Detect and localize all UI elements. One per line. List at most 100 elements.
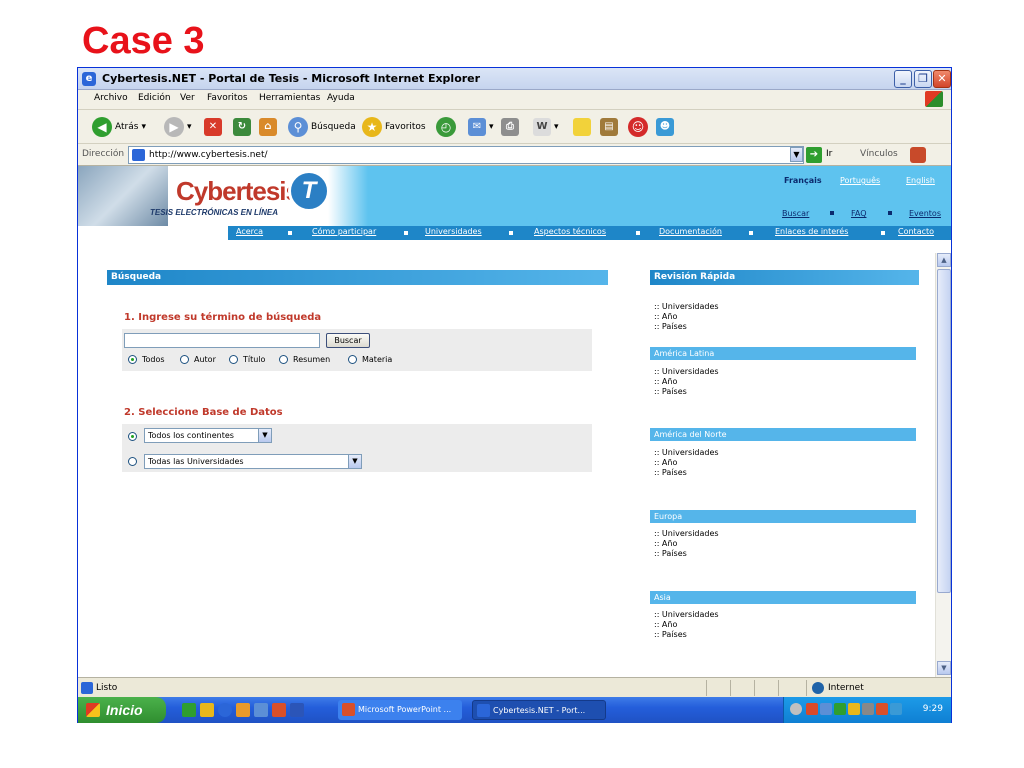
links-toolbar-icon[interactable] [910, 147, 926, 163]
maximize-button[interactable]: ❐ [914, 70, 932, 88]
tray-arrow-icon[interactable] [790, 703, 802, 715]
tray-icon[interactable] [890, 703, 902, 715]
search-input[interactable] [124, 333, 320, 348]
task-cybertesis[interactable]: Cybertesis.NET - Port... [472, 700, 606, 720]
address-dropdown-icon[interactable]: ▼ [790, 147, 803, 162]
status-divider [754, 680, 755, 696]
site-logo[interactable]: Cybertesis TESIS ELECTRÓNICAS EN LÍNEA [150, 166, 368, 226]
research-button[interactable]: ▤ [600, 116, 618, 138]
nav-como-participar[interactable]: Cómo participar [312, 227, 376, 236]
region-link[interactable]: :: Países [654, 387, 687, 396]
nav-contacto[interactable]: Contacto [898, 227, 934, 236]
lang-english[interactable]: English [906, 176, 935, 185]
region-link[interactable]: :: Países [654, 549, 687, 558]
tray-icon[interactable] [834, 703, 846, 715]
forward-button[interactable]: ▶ ▾ [164, 116, 192, 138]
scroll-thumb[interactable] [937, 269, 951, 593]
start-button[interactable]: Inicio [78, 697, 166, 723]
region-latin-america[interactable]: América Latina [650, 347, 916, 360]
scroll-up-icon[interactable]: ▲ [937, 253, 951, 267]
task-powerpoint[interactable]: Microsoft PowerPoint ... [338, 700, 462, 720]
region-link[interactable]: :: Universidades [654, 448, 719, 457]
radio-continent[interactable] [128, 432, 137, 441]
word-quicklaunch-icon[interactable] [290, 703, 304, 717]
scroll-down-icon[interactable]: ▼ [937, 661, 951, 675]
browser-window: e Cybertesis.NET - Portal de Tesis - Mic… [77, 67, 952, 723]
links-button[interactable]: Vínculos [860, 149, 898, 159]
close-button[interactable]: ✕ [933, 70, 951, 88]
mail-button[interactable]: ✉ ▾ [468, 116, 494, 138]
messenger-button[interactable]: ☺ [628, 116, 648, 138]
region-link[interactable]: :: Año [654, 458, 677, 467]
lang-portugues[interactable]: Português [840, 176, 880, 185]
home-button[interactable]: ⌂ [259, 116, 277, 138]
outlook-quicklaunch-icon[interactable] [236, 703, 250, 717]
quick-anio-link[interactable]: :: Año [654, 312, 677, 321]
region-europe[interactable]: Europa [650, 510, 916, 523]
go-arrow-icon[interactable]: ➔ [806, 147, 822, 163]
quick-universidades-link[interactable]: :: Universidades [654, 302, 719, 311]
go-button[interactable]: Ir [826, 149, 832, 159]
menu-ayuda[interactable]: Ayuda [327, 93, 355, 103]
tray-icon[interactable] [876, 703, 888, 715]
tray-icon[interactable] [862, 703, 874, 715]
vertical-scrollbar[interactable]: ▲ ▼ [935, 253, 951, 677]
favorites-label: Favoritos [385, 122, 426, 132]
tray-icon[interactable] [820, 703, 832, 715]
region-link[interactable]: :: Universidades [654, 367, 719, 376]
search-submit-button[interactable]: Buscar [326, 333, 370, 348]
nav-documentacion[interactable]: Documentación [659, 227, 722, 236]
ie-quicklaunch-icon[interactable] [218, 703, 232, 717]
radio-resumen[interactable] [279, 355, 288, 364]
back-button[interactable]: ◀ Atrás ▾ [92, 116, 146, 138]
radio-materia[interactable] [348, 355, 357, 364]
radio-todos[interactable] [128, 355, 137, 364]
top-link-faq[interactable]: FAQ [851, 209, 867, 218]
radio-university[interactable] [128, 457, 137, 466]
region-north-america[interactable]: América del Norte [650, 428, 916, 441]
region-link[interactable]: :: Países [654, 630, 687, 639]
notes-button[interactable] [573, 116, 591, 138]
region-link[interactable]: :: Países [654, 468, 687, 477]
region-link[interactable]: :: Año [654, 377, 677, 386]
region-link[interactable]: :: Año [654, 620, 677, 629]
lang-francais[interactable]: Français [784, 176, 822, 185]
menu-ver[interactable]: Ver [180, 93, 195, 103]
people-button[interactable]: ☻ [656, 116, 674, 138]
search-button[interactable]: ⚲ Búsqueda [288, 116, 356, 138]
nav-universidades[interactable]: Universidades [425, 227, 482, 236]
continent-select[interactable]: Todos los continentes ▼ [144, 428, 272, 443]
radio-titulo[interactable] [229, 355, 238, 364]
region-link[interactable]: :: Universidades [654, 610, 719, 619]
app-quicklaunch-icon[interactable] [254, 703, 268, 717]
refresh-button[interactable]: ↻ [233, 116, 251, 138]
powerpoint-quicklaunch-icon[interactable] [272, 703, 286, 717]
menu-archivo[interactable]: Archivo [94, 93, 128, 103]
tray-icon[interactable] [806, 703, 818, 715]
university-select[interactable]: Todas las Universidades ▼ [144, 454, 362, 469]
region-link[interactable]: :: Universidades [654, 529, 719, 538]
minimize-button[interactable]: _ [894, 70, 912, 88]
menu-favoritos[interactable]: Favoritos [207, 93, 248, 103]
radio-autor[interactable] [180, 355, 189, 364]
top-link-buscar[interactable]: Buscar [782, 209, 809, 218]
menu-herramientas[interactable]: Herramientas [259, 93, 320, 103]
window-titlebar[interactable]: e Cybertesis.NET - Portal de Tesis - Mic… [78, 68, 951, 90]
top-link-eventos[interactable]: Eventos [909, 209, 941, 218]
folder-quicklaunch-icon[interactable] [200, 703, 214, 717]
favorites-button[interactable]: ★ Favoritos [362, 116, 426, 138]
address-input[interactable]: http://www.cybertesis.net/ [128, 146, 804, 164]
edit-button[interactable]: W ▾ [533, 116, 559, 138]
nav-enlaces[interactable]: Enlaces de interés [775, 227, 848, 236]
quick-paises-link[interactable]: :: Países [654, 322, 687, 331]
menu-edicion[interactable]: Edición [138, 93, 171, 103]
excel-quicklaunch-icon[interactable] [182, 703, 196, 717]
nav-aspectos-tecnicos[interactable]: Aspectos técnicos [534, 227, 606, 236]
stop-button[interactable]: ✕ [204, 116, 222, 138]
tray-icon[interactable] [848, 703, 860, 715]
region-asia[interactable]: Asia [650, 591, 916, 604]
region-link[interactable]: :: Año [654, 539, 677, 548]
nav-acerca[interactable]: Acerca [236, 227, 263, 236]
print-button[interactable]: ⎙ [501, 116, 519, 138]
history-button[interactable]: ◴ [436, 116, 456, 138]
